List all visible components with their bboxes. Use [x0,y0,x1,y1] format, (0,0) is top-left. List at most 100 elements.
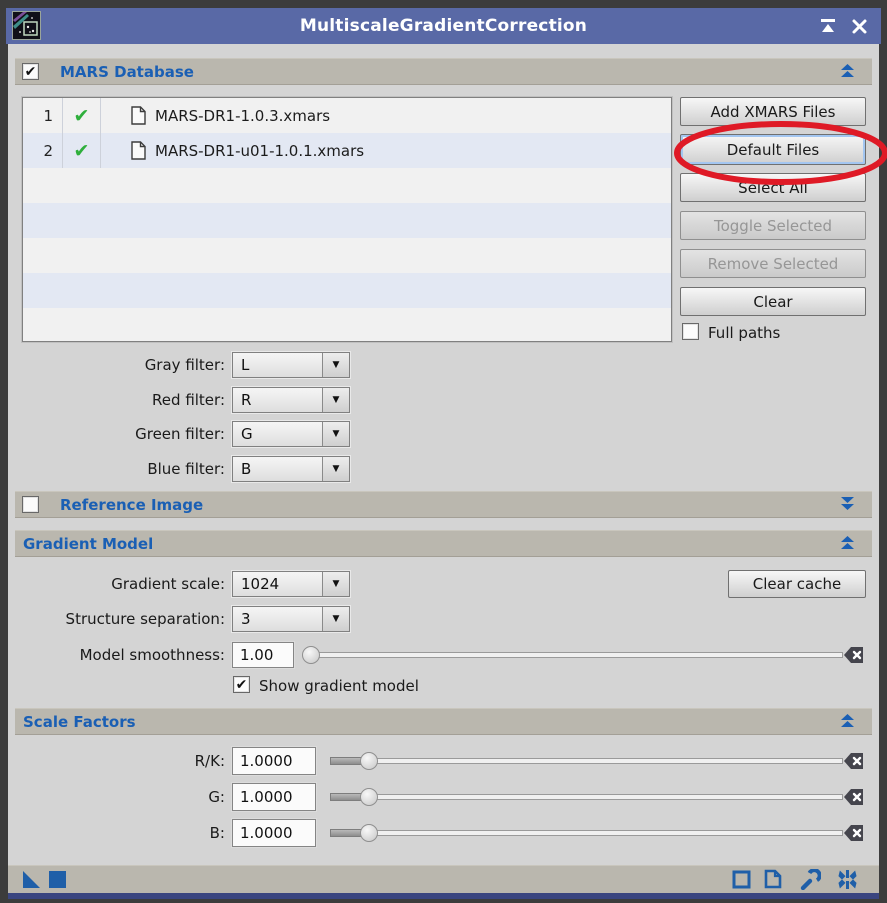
empty-list-row [23,273,671,308]
b-factor-label: B: [209,824,225,842]
gray-filter-value: L [241,356,250,374]
gray-filter-combo[interactable]: L ▼ [232,352,350,378]
blue-filter-value: B [241,460,252,478]
b-factor-input[interactable]: 1.0000 [232,819,316,847]
section-bar-reference-image[interactable]: Reference Image [15,491,872,518]
model-smoothness-input[interactable]: 1.00 [232,642,294,668]
file-valid-check-icon: ✔ [73,139,90,162]
shade-icon[interactable] [820,19,836,33]
green-filter-combo[interactable]: G ▼ [232,421,350,447]
gradient-scale-combo[interactable]: 1024 ▼ [232,571,350,597]
chevron-down-icon[interactable]: ▼ [322,572,349,596]
section-title-reference-image: Reference Image [60,495,204,514]
red-filter-combo[interactable]: R ▼ [232,387,350,413]
collapse-section-icon[interactable] [839,714,856,729]
structure-separation-value: 3 [241,610,251,628]
model-smoothness-slider[interactable] [303,652,843,658]
preferences-wrench-icon[interactable] [800,869,821,890]
red-filter-value: R [241,391,252,409]
g-factor-input[interactable]: 1.0000 [232,783,316,811]
checkmark-glyph: ✔ [235,676,248,693]
gradient-scale-label: Gradient scale: [111,575,225,593]
clear-cache-button[interactable]: Clear cache [728,570,866,598]
structure-separation-label: Structure separation: [65,610,225,628]
red-filter-label: Red filter: [152,391,225,409]
g-factor-slider-thumb[interactable] [360,788,378,806]
file-icon [131,106,146,125]
b-factor-slider-thumb[interactable] [360,824,378,842]
file-name: MARS-DR1-1.0.3.xmars [155,106,331,125]
file-valid-check-icon: ✔ [73,104,90,127]
mars-database-checkbox[interactable]: ✔ [22,63,39,80]
rk-factor-input[interactable]: 1.0000 [232,747,316,775]
section-title-gradient-model: Gradient Model [23,534,154,553]
gradient-scale-value: 1024 [241,575,280,593]
reset-value-icon[interactable] [843,645,865,665]
file-row[interactable]: 2 ✔ MARS-DR1-u01-1.0.1.xmars [23,133,671,168]
close-icon[interactable] [851,18,868,35]
empty-list-row [23,203,671,238]
realtime-preview-icon[interactable] [732,870,751,889]
section-bar-gradient-model[interactable]: Gradient Model [15,530,872,557]
expand-section-icon[interactable] [839,497,856,512]
reset-value-icon[interactable] [843,787,865,807]
chevron-down-icon[interactable]: ▼ [322,388,349,412]
file-icon [131,141,146,160]
rk-factor-slider[interactable] [330,758,843,764]
browse-documentation-icon[interactable] [763,869,783,889]
model-smoothness-label: Model smoothness: [79,646,225,664]
g-factor-slider[interactable] [330,794,843,800]
green-filter-value: G [241,425,253,443]
g-factor-label: G: [208,788,225,806]
toggle-selected-button: Toggle Selected [680,211,866,240]
empty-list-row [23,238,671,273]
reference-image-checkbox[interactable] [22,496,39,513]
section-title-mars-database: MARS Database [60,62,194,81]
new-instance-icon[interactable] [22,870,41,889]
b-factor-slider[interactable] [330,830,843,836]
add-xmars-files-button[interactable]: Add XMARS Files [680,97,866,126]
structure-separation-combo[interactable]: 3 ▼ [232,606,350,632]
remove-selected-button: Remove Selected [680,249,866,278]
section-bar-scale-factors[interactable]: Scale Factors [15,708,872,735]
default-files-button[interactable]: Default Files [680,134,866,165]
rk-factor-slider-thumb[interactable] [360,752,378,770]
reset-icon[interactable] [837,869,858,890]
select-all-button[interactable]: Select All [680,173,866,202]
full-paths-label: Full paths [708,324,781,342]
xmars-file-list[interactable]: 1 ✔ MARS-DR1-1.0.3.xmars 2 ✔ MARS-DR1-u0… [22,97,672,342]
blue-filter-label: Blue filter: [147,460,225,478]
green-filter-label: Green filter: [135,425,225,443]
empty-list-row [23,168,671,203]
gray-filter-label: Gray filter: [144,356,225,374]
full-paths-checkbox[interactable] [682,323,699,340]
collapse-section-icon[interactable] [839,536,856,551]
empty-list-row [23,308,671,341]
chevron-down-icon[interactable]: ▼ [322,353,349,377]
blue-filter-combo[interactable]: B ▼ [232,456,350,482]
reset-value-icon[interactable] [843,823,865,843]
section-title-scale-factors: Scale Factors [23,712,136,731]
reset-value-icon[interactable] [843,751,865,771]
apply-icon[interactable] [49,871,66,888]
chevron-down-icon[interactable]: ▼ [322,422,349,446]
file-row-index: 1 [23,98,63,133]
process-dialog: MultiscaleGradientCorrection ✔ MARS Data… [0,0,887,903]
model-smoothness-slider-thumb[interactable] [302,646,320,664]
title-bar[interactable]: MultiscaleGradientCorrection [6,8,881,44]
rk-factor-label: R/K: [194,752,225,770]
collapse-section-icon[interactable] [839,64,856,79]
window-bottom-border [8,893,879,899]
file-row[interactable]: 1 ✔ MARS-DR1-1.0.3.xmars [23,98,671,133]
chevron-down-icon[interactable]: ▼ [322,457,349,481]
show-gradient-model-checkbox[interactable]: ✔ [233,676,250,693]
section-bar-mars-database[interactable]: ✔ MARS Database [15,58,872,85]
process-icon [12,11,41,40]
show-gradient-model-label: Show gradient model [259,677,419,695]
clear-button[interactable]: Clear [680,287,866,316]
window-title: MultiscaleGradientCorrection [299,16,588,36]
chevron-down-icon[interactable]: ▼ [322,607,349,631]
checkmark-glyph: ✔ [24,63,37,80]
file-name: MARS-DR1-u01-1.0.1.xmars [155,141,365,160]
file-row-index: 2 [23,133,63,168]
